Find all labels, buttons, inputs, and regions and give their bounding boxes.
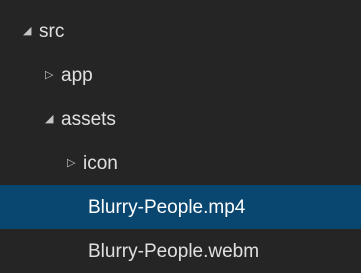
- tree-item-file-blurry-people-mp4[interactable]: Blurry-People.mp4: [0, 185, 361, 229]
- tree-item-folder-app[interactable]: ▷ app: [0, 53, 361, 97]
- tree-item-file-blurry-people-webm[interactable]: Blurry-People.webm: [0, 229, 361, 273]
- tree-item-folder-icon[interactable]: ▷ icon: [0, 141, 361, 185]
- tree-item-folder-assets[interactable]: ◢ assets: [0, 97, 361, 141]
- tree-item-label: Blurry-People.webm: [88, 240, 260, 262]
- tree-item-label: app: [61, 64, 93, 86]
- tree-item-label: assets: [61, 108, 116, 130]
- file-explorer-tree: ◢ src ▷ app ◢ assets ▷ icon Blurry-Peopl…: [0, 0, 361, 271]
- expanded-chevron-icon[interactable]: ◢: [23, 25, 39, 37]
- expanded-chevron-icon[interactable]: ◢: [45, 113, 61, 125]
- collapsed-chevron-icon[interactable]: ▷: [67, 157, 83, 169]
- collapsed-chevron-icon[interactable]: ▷: [45, 69, 61, 81]
- tree-item-label: icon: [83, 152, 118, 174]
- tree-item-label: src: [39, 20, 65, 42]
- tree-item-folder-src[interactable]: ◢ src: [0, 9, 361, 53]
- tree-item-label: Blurry-People.mp4: [88, 196, 246, 218]
